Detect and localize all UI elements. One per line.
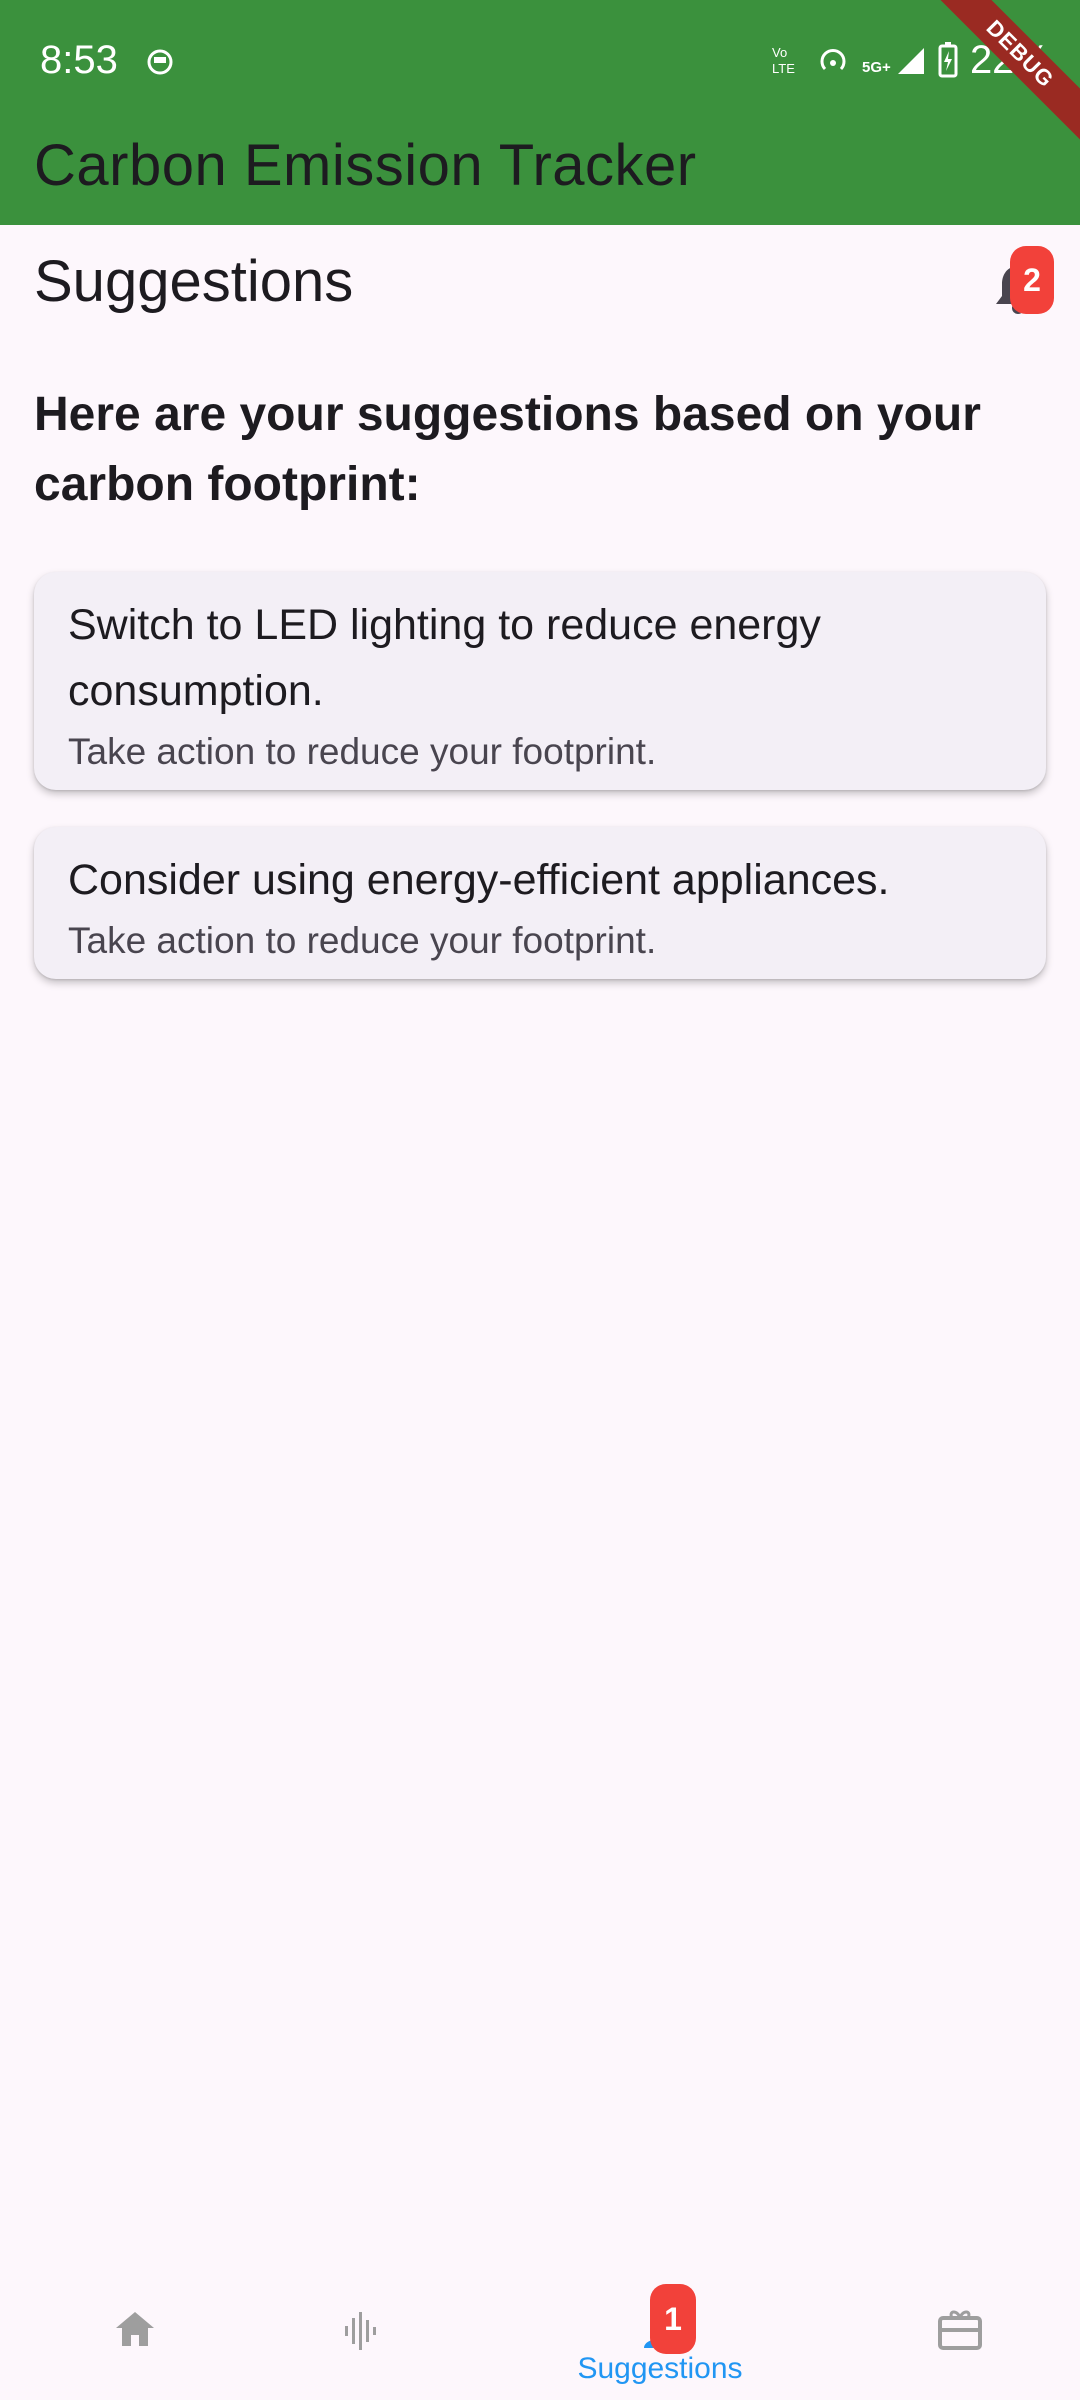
battery-charging-icon xyxy=(938,42,958,78)
status-time: 8:53 xyxy=(40,38,118,82)
app-title: Carbon Emission Tracker xyxy=(34,133,697,198)
nav-badge: 1 xyxy=(650,2284,696,2354)
svg-text:Vo: Vo xyxy=(772,45,787,60)
notification-app-icon xyxy=(147,49,173,75)
nav-label-suggestions: Suggestions xyxy=(577,2352,743,2385)
hotspot-icon xyxy=(820,49,846,71)
suggestion-title: Switch to LED lighting to reduce energy … xyxy=(68,601,821,715)
nav-item-activity[interactable] xyxy=(225,2250,495,2400)
suggestion-card[interactable]: Consider using energy-efficient applianc… xyxy=(34,827,1046,979)
svg-text:5G+: 5G+ xyxy=(862,59,891,76)
gift-card-icon xyxy=(938,2310,982,2350)
suggestion-subtitle: Take action to reduce your footprint. xyxy=(68,731,657,772)
intro-text: Here are your suggestions based on your … xyxy=(34,388,981,511)
nav-item-rewards[interactable] xyxy=(825,2250,1080,2400)
suggestion-title: Consider using energy-efficient applianc… xyxy=(68,856,890,904)
suggestion-card[interactable]: Switch to LED lighting to reduce energy … xyxy=(34,572,1046,790)
page-title: Suggestions xyxy=(34,249,354,314)
app-bar: 8:53 Vo LTE 5G+ 22% Carbon Emission Trac… xyxy=(0,0,1080,225)
notification-badge: 2 xyxy=(1010,246,1054,314)
signal-5g-icon: 5G+ xyxy=(862,48,924,76)
activity-icon xyxy=(345,2312,376,2350)
suggestion-subtitle: Take action to reduce your footprint. xyxy=(68,920,657,961)
bottom-navigation: Suggestions xyxy=(0,2250,1080,2400)
svg-text:LTE: LTE xyxy=(772,61,795,76)
volte-icon: Vo LTE xyxy=(772,45,795,76)
home-icon xyxy=(116,2312,154,2346)
